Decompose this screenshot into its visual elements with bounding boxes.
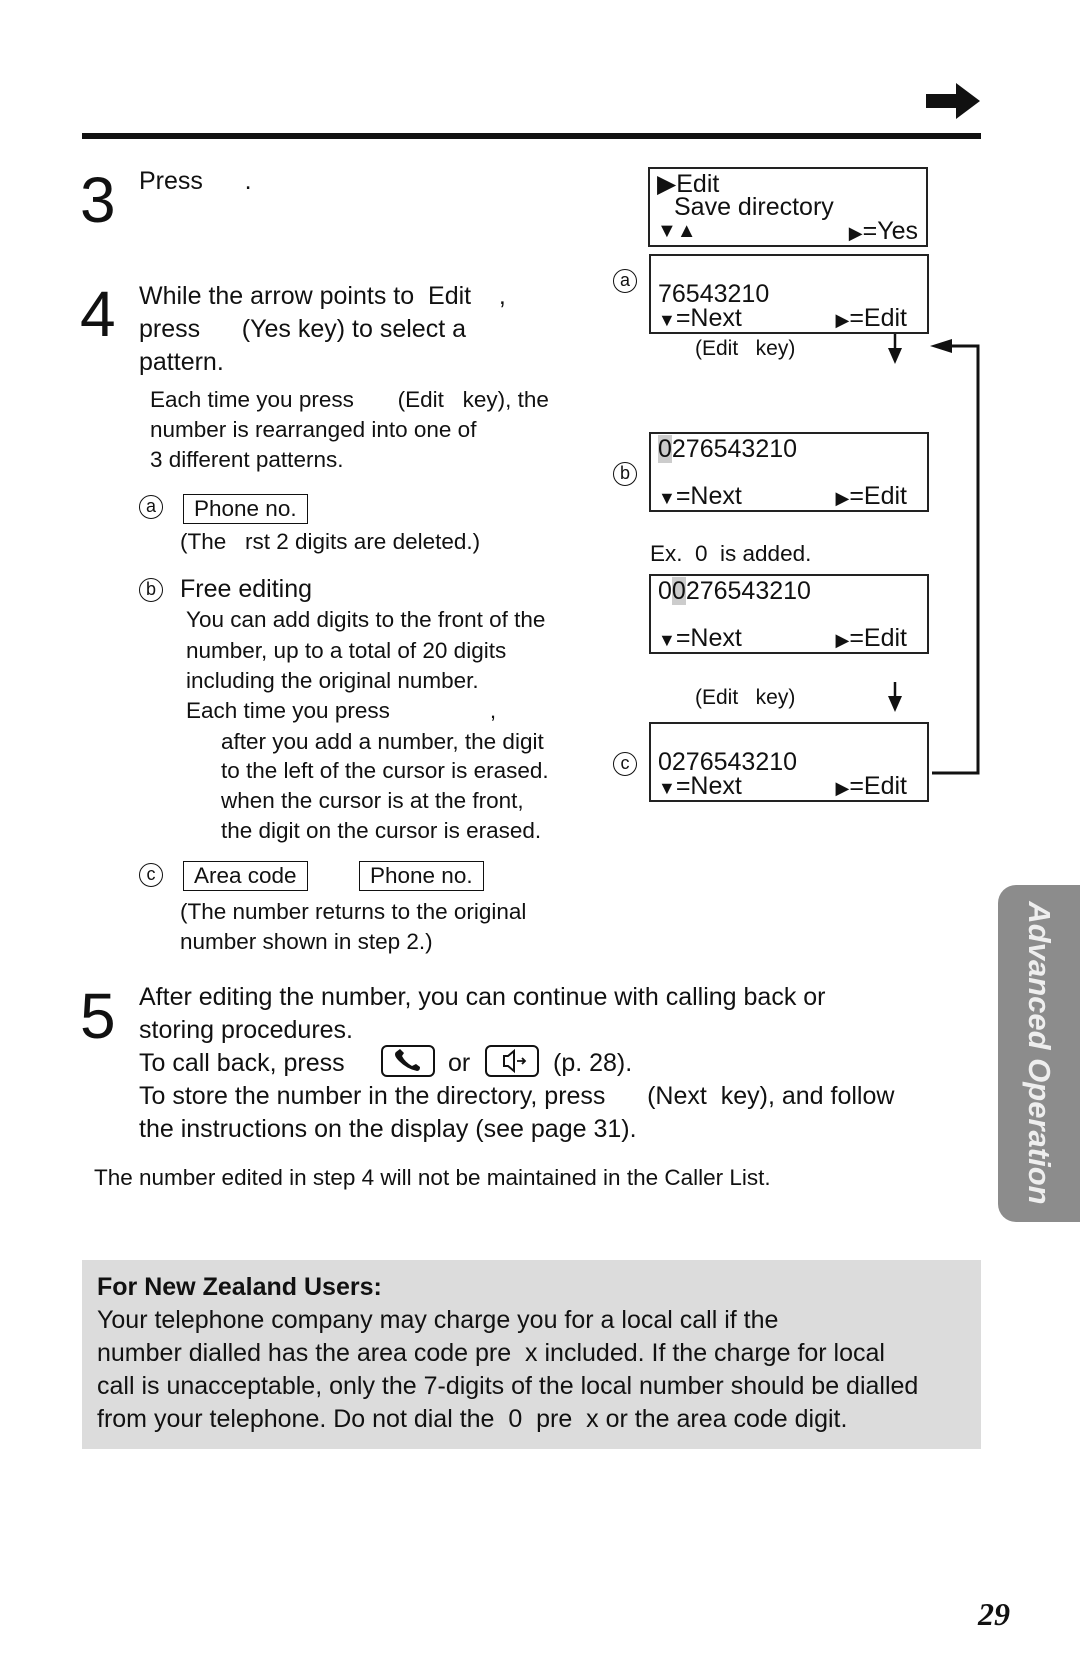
- new-zealand-notice: For New Zealand Users: Your telephone co…: [82, 1260, 981, 1449]
- loop-back-arrow-icon: [930, 339, 980, 775]
- edit-label: =Edit: [849, 624, 907, 652]
- example-caption: Ex. 0 is added.: [650, 541, 812, 566]
- right-triangle-icon: ▶: [848, 223, 863, 243]
- step-3-text: Press .: [139, 167, 252, 195]
- step-5-call-pre: To call back, press: [139, 1049, 345, 1077]
- edit-key-caption: (Edit key): [695, 337, 796, 360]
- down-triangle-icon: ▼: [658, 310, 676, 330]
- down-triangle-icon: ▼: [658, 488, 676, 508]
- step-4-desc: Each time you press (Edit key), the: [150, 387, 549, 412]
- page-number: 29: [978, 1596, 1010, 1632]
- next-label: =Next: [675, 304, 742, 332]
- step-4-line: While the arrow points to Edit ,: [139, 282, 506, 310]
- b-subline: the digit on the cursor is erased.: [221, 818, 542, 843]
- step-4-line: press (Yes key) to select a: [139, 315, 466, 343]
- header-rule: [82, 133, 981, 139]
- continue-arrow-icon: [926, 83, 980, 119]
- display-b: 0276543210 ▼=Next ▶=Edit: [649, 432, 929, 512]
- talk-button-icon: [381, 1045, 435, 1077]
- display-c: 0276543210 ▼=Next ▶=Edit: [649, 722, 929, 802]
- b-line: number, up to a total of 20 digits: [186, 638, 507, 663]
- label-a: a: [613, 269, 637, 293]
- notice-line: call is unacceptable, only the 7-digits …: [97, 1372, 919, 1400]
- edit-key-caption: (Edit key): [695, 686, 796, 709]
- notice-line: from your telephone. Do not dial the 0 p…: [97, 1405, 848, 1433]
- label-c: c: [139, 863, 163, 887]
- manual-page: 3 Press . 4 While the arrow points to Ed…: [0, 0, 1080, 1669]
- edit-label: =Edit: [849, 304, 907, 332]
- down-arrow-icon: [888, 682, 902, 712]
- b-subline: to the left of the cursor is erased.: [221, 758, 549, 783]
- down-triangle-icon: ▼: [658, 778, 676, 798]
- section-tab-label: Advanced Operation: [1022, 901, 1057, 1205]
- notice-line: Your telephone company may charge you fo…: [97, 1306, 779, 1334]
- step-4-line: pattern.: [139, 348, 224, 376]
- notice-line: number dialled has the area code pre x i…: [97, 1339, 885, 1367]
- label-a: a: [139, 495, 163, 519]
- b-line: including the original number.: [186, 668, 479, 693]
- down-triangle-icon: ▼: [658, 630, 676, 650]
- right-triangle-icon: ▶: [835, 630, 850, 650]
- down-up-arrows-icon: ▼▲: [657, 220, 697, 242]
- step-3-number: 3: [80, 164, 116, 236]
- cursor: 0: [671, 577, 686, 605]
- digit: 0: [658, 577, 672, 605]
- section-tab: Advanced Operation: [998, 885, 1080, 1222]
- label-c: c: [613, 752, 637, 776]
- display-a: 76543210 ▼=Next ▶=Edit: [649, 254, 929, 334]
- or-text: or: [448, 1049, 471, 1077]
- phone-no-box: Phone no.: [183, 494, 308, 524]
- label-b: b: [613, 462, 637, 486]
- step-4-desc: 3 different patterns.: [150, 447, 344, 472]
- step-4-desc: number is rearranged into one of: [150, 417, 477, 442]
- b-subline: after you add a number, the digit: [221, 729, 544, 754]
- b-subline: when the cursor is at the front,: [221, 788, 524, 813]
- step-5-line: the instructions on the display (see pag…: [139, 1115, 637, 1143]
- next-label: =Next: [675, 482, 742, 510]
- caller-list-note: The number edited in step 4 will not be …: [94, 1165, 771, 1190]
- edit-label: =Edit: [849, 482, 907, 510]
- note-c: (The number returns to the original: [180, 899, 527, 924]
- display-b-example: 00276543210 ▼=Next ▶=Edit: [649, 574, 929, 654]
- display-number: 276543210: [671, 435, 798, 463]
- cursor: 0: [658, 435, 672, 463]
- phone-no-box: Phone no.: [359, 861, 484, 891]
- free-editing-title: Free editing: [180, 575, 313, 603]
- right-triangle-icon: ▶: [835, 778, 850, 798]
- note-a: (The rst 2 digits are deleted.): [180, 529, 481, 554]
- note-c: number shown in step 2.): [180, 929, 433, 954]
- b-line: You can add digits to the front of the: [186, 607, 546, 632]
- yes-label: =Yes: [862, 217, 918, 245]
- step-5-line: To store the number in the directory, pr…: [139, 1082, 895, 1110]
- down-arrow-icon: [888, 334, 902, 364]
- display-menu: ▶Edit Save directory ▼▲ ▶=Yes: [648, 167, 928, 247]
- b-line: Each time you press ,: [186, 698, 497, 723]
- step-5-line: After editing the number, you can contin…: [139, 983, 826, 1011]
- notice-title: For New Zealand Users:: [97, 1273, 382, 1301]
- area-code-box: Area code: [183, 861, 308, 891]
- display-number: 276543210: [685, 577, 811, 605]
- step-4-number: 4: [80, 278, 116, 350]
- menu-save-directory: Save directory: [674, 193, 834, 221]
- page-reference: (p. 28).: [553, 1049, 633, 1077]
- next-label: =Next: [675, 624, 742, 652]
- label-b: b: [139, 578, 163, 602]
- step-5-line: storing procedures.: [139, 1016, 354, 1044]
- next-label: =Next: [675, 772, 742, 800]
- step-5-number: 5: [80, 980, 116, 1052]
- right-triangle-icon: ▶: [835, 488, 850, 508]
- speakerphone-button-icon: [485, 1045, 539, 1077]
- edit-label: =Edit: [849, 772, 907, 800]
- right-triangle-icon: ▶: [835, 310, 850, 330]
